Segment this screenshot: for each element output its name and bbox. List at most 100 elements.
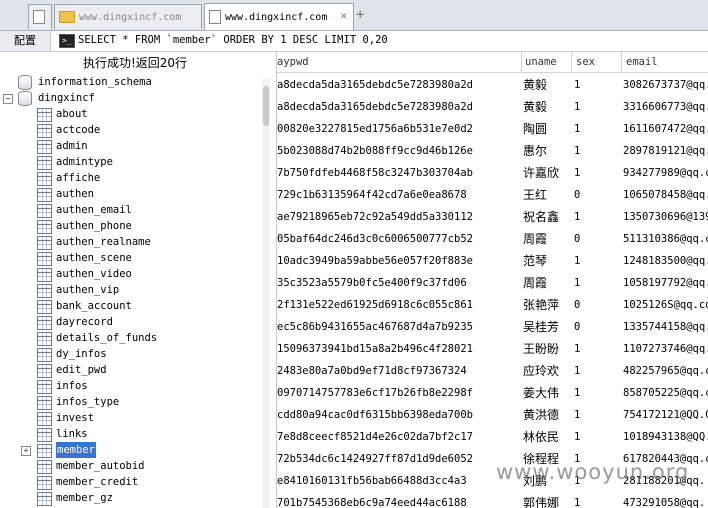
cell-sex[interactable]: 0 [574,316,614,338]
cell-aypwd[interactable]: a8decda5da3165debdc5e7283980a2d [277,74,515,96]
cell-aypwd[interactable]: 2f131e522ed61925d6918c6c055c861 [277,294,515,316]
cell-sex[interactable]: 1 [574,140,614,162]
cell-uname[interactable]: 黄洪德 [523,404,569,426]
cell-sex[interactable]: 1 [574,250,614,272]
cell-uname[interactable]: 许嘉欣 [523,162,569,184]
column-header-sex[interactable]: sex [576,52,595,72]
table-node[interactable]: affiche [56,170,100,186]
cell-aypwd[interactable]: 0970714757783e6cf17b26fb8e2298f [277,382,515,404]
column-header-pwd[interactable]: aypwd [277,52,309,72]
cell-aypwd[interactable]: cdd80a94cac0df6315bb6398eda700b [277,404,515,426]
new-tab-button[interactable]: + [356,7,364,23]
cell-sex[interactable]: 1 [574,206,614,228]
cell-uname[interactable]: 应玲欢 [523,360,569,382]
cell-aypwd[interactable]: 701b7545368eb6c9a74eed44ac6188 [277,492,515,508]
cell-email[interactable]: 858705225@qq.c [623,382,708,404]
cell-email[interactable]: 934277989@qq.c [623,162,708,184]
column-header-email[interactable]: email [626,52,658,72]
cell-sex[interactable]: 1 [574,426,614,448]
table-node[interactable]: authen_vip [56,282,119,298]
cell-email[interactable]: 1107273746@qq. [623,338,708,360]
tab-2[interactable]: www.dingxincf.com ✕ [204,3,354,30]
cell-uname[interactable]: 范琴 [523,250,569,272]
table-node[interactable]: dy_infos [56,346,107,362]
cell-uname[interactable]: 黄毅 [523,96,569,118]
cell-email[interactable]: 511310386@qq.c [623,228,708,250]
table-node[interactable]: details_of_funds [56,330,157,346]
cell-uname[interactable]: 郭伟娜 [523,492,569,508]
cell-email[interactable]: 1025126S@qq.com [623,294,708,316]
cell-email[interactable]: 1058197792@qq. [623,272,708,294]
cell-aypwd[interactable]: ae79218965eb72c92a549dd5a330112 [277,206,515,228]
cell-aypwd[interactable]: 7b750fdfeb4468f58c3247b303704ab [277,162,515,184]
cell-uname[interactable]: 林依民 [523,426,569,448]
table-node[interactable]: dayrecord [56,314,113,330]
close-icon[interactable]: ✕ [340,9,347,22]
cell-email[interactable]: 2897819121@qq.c [623,140,708,162]
table-node[interactable]: authen_realname [56,234,151,250]
cell-sex[interactable]: 1 [574,492,614,508]
table-node[interactable]: invest [56,410,94,426]
cell-sex[interactable]: 1 [574,162,614,184]
table-node[interactable]: admin [56,138,88,154]
table-node[interactable]: about [56,106,88,122]
cell-uname[interactable]: 姜大伟 [523,382,569,404]
scrollbar-thumb[interactable] [263,86,269,126]
cell-email[interactable]: 3316606773@qq. [623,96,708,118]
table-node[interactable]: links [56,426,88,442]
table-node[interactable]: member_gz [56,490,113,506]
cell-email[interactable]: 1611607472@qq. [623,118,708,140]
cell-sex[interactable]: 1 [574,338,614,360]
table-node[interactable]: authen [56,186,94,202]
cell-aypwd[interactable]: 7e8d8ceecf8521d4e26c02da7bf2c17 [277,426,515,448]
cell-sex[interactable]: 1 [574,360,614,382]
cell-aypwd[interactable]: a8decda5da3165debdc5e7283980a2d [277,96,515,118]
cell-email[interactable]: 473291058@qq. [623,492,708,508]
table-node[interactable]: bank_account [56,298,132,314]
cell-uname[interactable]: 王红 [523,184,569,206]
cell-uname[interactable]: 惠尔 [523,140,569,162]
table-node[interactable]: admintype [56,154,113,170]
cell-sex[interactable]: 1 [574,74,614,96]
database-node[interactable]: information_schema [38,74,152,90]
cell-aypwd[interactable]: 5b023088d74b2b088ff9cc9d46b126e [277,140,515,162]
cell-uname[interactable]: 周霞 [523,228,569,250]
cell-uname[interactable]: 周霞 [523,272,569,294]
tab-1[interactable]: www.dingxincf.com [54,4,202,29]
table-node[interactable]: member [56,442,96,458]
cell-email[interactable]: 754172121@QQ.C [623,404,708,426]
cell-aypwd[interactable]: 00820e3227815ed1756a6b531e7e0d2 [277,118,515,140]
cell-aypwd[interactable]: e8410160131fb56bab66488d3cc4a3 [277,470,515,492]
cell-aypwd[interactable]: 05baf64dc246d3c0c6006500777cb52 [277,228,515,250]
scrollbar[interactable] [262,78,270,508]
cell-sex[interactable]: 1 [574,96,614,118]
cell-aypwd[interactable]: 729c1b63135964f42cd7a6e0ea8678 [277,184,515,206]
cell-email[interactable]: 1065078458@qq. [623,184,708,206]
cell-email[interactable]: 3082673737@qq. [623,74,708,96]
sql-query[interactable]: SELECT * FROM `member` ORDER BY 1 DESC L… [78,34,388,46]
cell-email[interactable]: 1335744158@qq. [623,316,708,338]
collapse-icon[interactable]: − [3,94,13,104]
cell-email[interactable]: 1350730696@139 [623,206,708,228]
cell-uname[interactable]: 吴桂芳 [523,316,569,338]
cell-sex[interactable]: 0 [574,294,614,316]
cell-aypwd[interactable]: 72b534dc6c1424927ff87d1d9de6052 [277,448,515,470]
table-node[interactable]: edit_pwd [56,362,107,378]
database-node[interactable]: dingxincf [38,90,95,106]
table-node[interactable]: member_credit [56,474,138,490]
cell-uname[interactable]: 张艳萍 [523,294,569,316]
column-header-uname[interactable]: uname [525,52,557,72]
cell-aypwd[interactable]: 35c3523a5579b0fc5e400f9c37fd06 [277,272,515,294]
cell-sex[interactable]: 1 [574,404,614,426]
cell-sex[interactable]: 1 [574,118,614,140]
cell-email[interactable]: 1248183500@qq. [623,250,708,272]
cell-aypwd[interactable]: ec5c86b9431655ac467687d4a7b9235 [277,316,515,338]
table-node[interactable]: authen_email [56,202,132,218]
table-node[interactable]: member_autobid [56,458,145,474]
cell-uname[interactable]: 陶圆 [523,118,569,140]
cell-uname[interactable]: 王盼盼 [523,338,569,360]
table-node[interactable]: authen_phone [56,218,132,234]
cell-uname[interactable]: 黄毅 [523,74,569,96]
table-node[interactable]: authen_video [56,266,132,282]
cell-sex[interactable]: 1 [574,272,614,294]
